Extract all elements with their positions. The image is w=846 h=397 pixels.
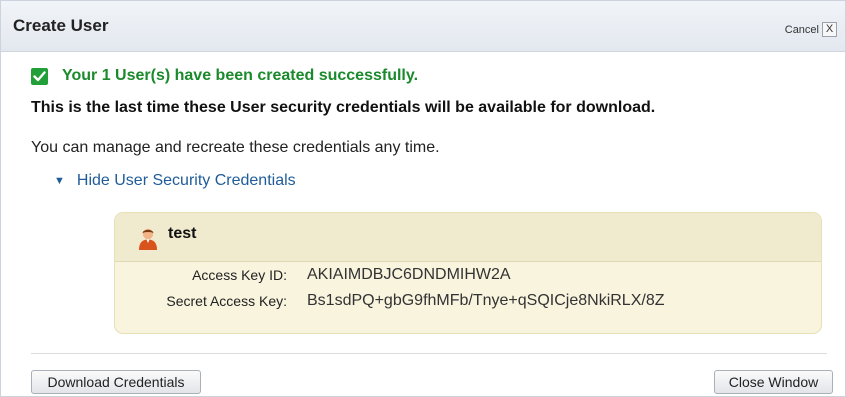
hide-credentials-link[interactable]: Hide User Security Credentials <box>77 172 296 190</box>
credentials-panel: test Access Key ID: AKIAIMDBJC6DNDMIHW2A… <box>114 212 822 334</box>
secret-access-key-label: Secret Access Key: <box>166 293 287 309</box>
close-window-button[interactable]: Close Window <box>714 370 833 394</box>
success-message: Your 1 User(s) have been created success… <box>31 67 418 85</box>
download-warning: This is the last time these User securit… <box>31 99 656 116</box>
dialog-titlebar: Create User Cancel X <box>1 1 845 52</box>
cancel-link[interactable]: Cancel <box>785 24 819 36</box>
success-text: Your 1 User(s) have been created success… <box>62 67 419 84</box>
user-icon <box>137 227 159 251</box>
create-user-dialog: Create User Cancel X Your 1 User(s) have… <box>0 0 846 397</box>
access-key-id-label: Access Key ID: <box>192 267 287 283</box>
hide-credentials-toggle[interactable]: ▼ Hide User Security Credentials <box>54 172 296 190</box>
close-icon[interactable]: X <box>822 22 837 37</box>
triangle-down-icon: ▼ <box>54 175 65 187</box>
dialog-title: Create User <box>13 16 109 35</box>
secret-access-key-value[interactable]: Bs1sdPQ+gbG9fhMFb/Tnye+qSQICje8NkiRLX/8Z <box>307 292 665 310</box>
manage-info: You can manage and recreate these creden… <box>31 139 440 156</box>
footer-divider <box>31 353 827 354</box>
cancel-control[interactable]: Cancel X <box>785 22 837 37</box>
check-icon <box>31 67 48 85</box>
username: test <box>168 225 197 242</box>
credentials-header: test <box>115 213 821 262</box>
access-key-id-value[interactable]: AKIAIMDBJC6DNDMIHW2A <box>307 266 511 284</box>
download-credentials-button[interactable]: Download Credentials <box>31 370 201 394</box>
